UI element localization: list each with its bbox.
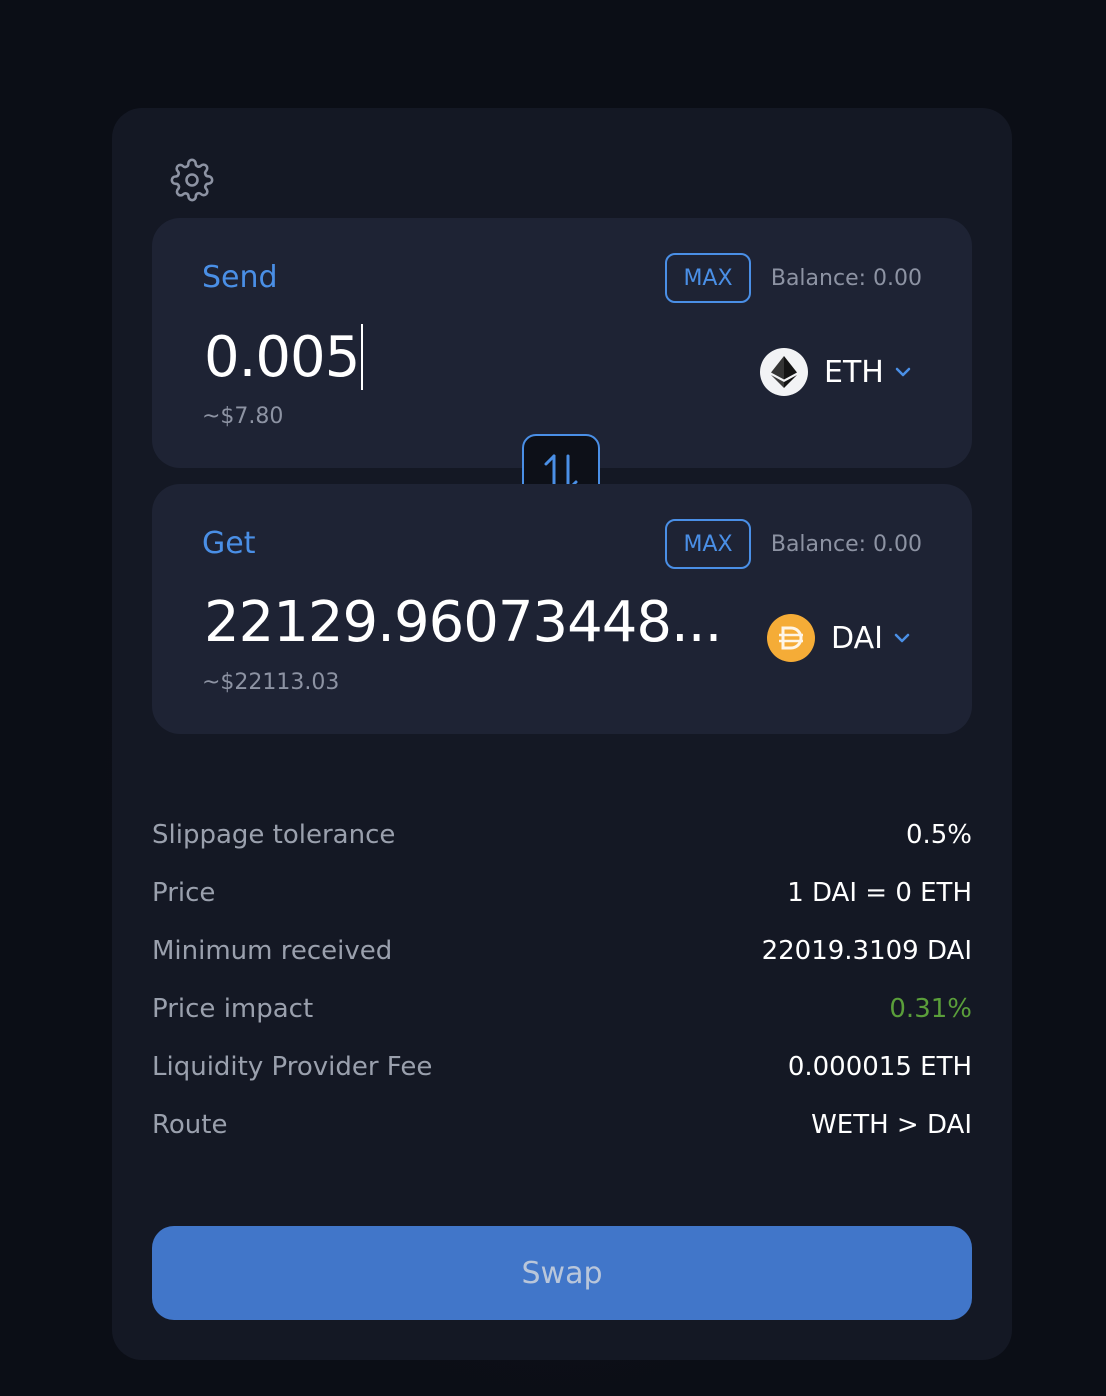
send-usd-value: ~$7.80: [202, 404, 284, 429]
detail-row-minimum-received: Minimum received 22019.3109 DAI: [152, 922, 972, 980]
gear-icon: [170, 158, 214, 202]
detail-row-lp-fee: Liquidity Provider Fee 0.000015 ETH: [152, 1038, 972, 1096]
send-amount-value: 0.005: [204, 324, 360, 390]
get-amount-input[interactable]: 22129.96073448...: [204, 590, 722, 655]
detail-key: Price: [152, 878, 216, 908]
swap-details: Slippage tolerance 0.5% Price 1 DAI = 0 …: [152, 806, 972, 1154]
detail-row-slippage: Slippage tolerance 0.5%: [152, 806, 972, 864]
send-token-symbol: ETH: [824, 354, 884, 390]
dai-icon: [767, 614, 815, 662]
detail-key: Route: [152, 1110, 228, 1140]
detail-value: 0.5%: [905, 820, 972, 850]
swap-button[interactable]: Swap: [152, 1226, 972, 1320]
chevron-down-icon: [893, 632, 911, 644]
page: Send MAX Balance: 0.00 0.005 ~$7.80 ETH: [0, 0, 1106, 1396]
get-panel: Get MAX Balance: 0.00 22129.96073448... …: [152, 484, 972, 734]
get-amount-value: 22129.96073448...: [204, 590, 722, 655]
detail-row-route: Route WETH > DAI: [152, 1096, 972, 1154]
get-usd-value: ~$22113.03: [202, 670, 340, 695]
get-token-symbol: DAI: [831, 620, 883, 656]
chevron-down-icon: [894, 366, 912, 378]
send-balance: Balance: 0.00: [770, 266, 922, 291]
send-panel: Send MAX Balance: 0.00 0.005 ~$7.80 ETH: [152, 218, 972, 468]
get-balance: Balance: 0.00: [770, 532, 922, 557]
detail-row-price-impact: Price impact 0.31%: [152, 980, 972, 1038]
detail-row-price: Price 1 DAI = 0 ETH: [152, 864, 972, 922]
detail-key: Price impact: [152, 994, 314, 1024]
settings-button[interactable]: [170, 158, 214, 202]
get-max-button[interactable]: MAX: [665, 519, 751, 569]
detail-value: 0.31%: [889, 994, 972, 1024]
detail-value: WETH > DAI: [811, 1110, 972, 1140]
detail-key: Minimum received: [152, 936, 393, 966]
send-max-button[interactable]: MAX: [665, 253, 751, 303]
send-token-selector[interactable]: ETH: [760, 348, 912, 396]
eth-icon: [760, 348, 808, 396]
get-label: Get: [202, 526, 256, 561]
swap-card: Send MAX Balance: 0.00 0.005 ~$7.80 ETH: [112, 108, 1012, 1360]
get-token-selector[interactable]: DAI: [767, 614, 911, 662]
detail-key: Liquidity Provider Fee: [152, 1052, 433, 1082]
detail-key: Slippage tolerance: [152, 820, 396, 850]
detail-value: 0.000015 ETH: [787, 1052, 972, 1082]
text-caret: [361, 324, 364, 390]
detail-value: 1 DAI = 0 ETH: [787, 878, 972, 908]
detail-value: 22019.3109 DAI: [761, 936, 972, 966]
send-amount-input[interactable]: 0.005: [204, 324, 364, 390]
send-label: Send: [202, 260, 278, 295]
